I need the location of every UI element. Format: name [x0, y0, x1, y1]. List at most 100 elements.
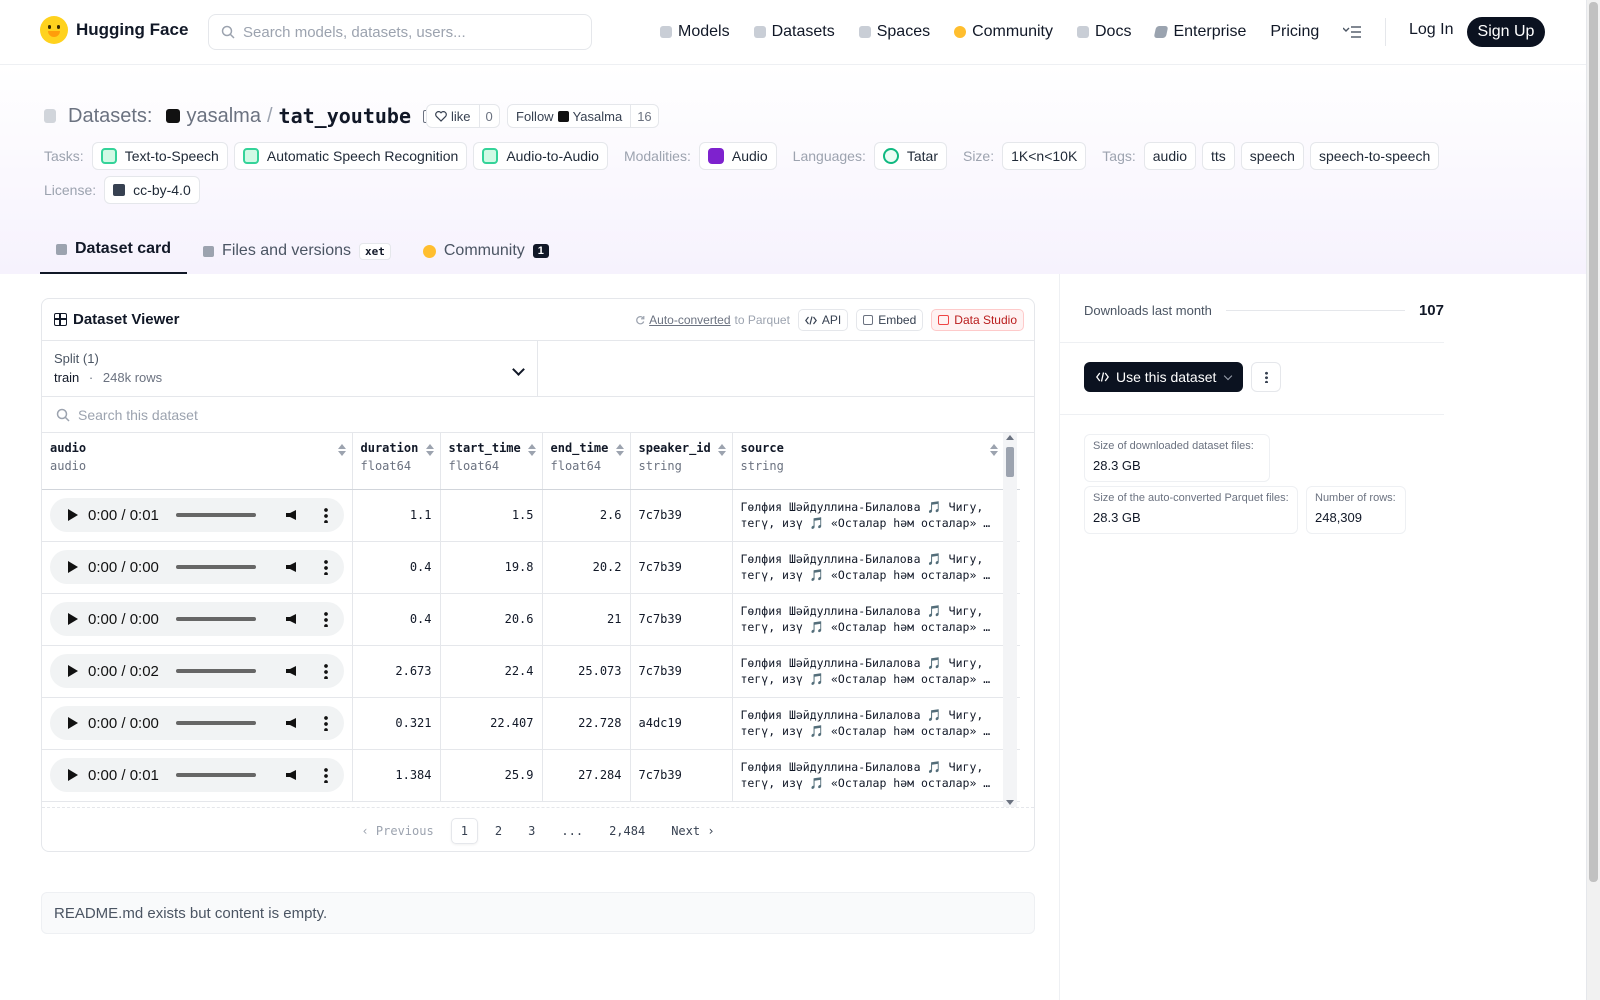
play-icon[interactable] — [68, 613, 78, 625]
page-2[interactable]: 2 — [486, 819, 511, 843]
cell-start-time: 22.4 — [440, 645, 543, 698]
nav-datasets-label: Datasets — [771, 23, 835, 40]
more-vertical-icon[interactable] — [324, 767, 328, 783]
data-studio-button[interactable]: Data Studio — [931, 309, 1024, 331]
nav-models[interactable]: Models — [660, 23, 730, 41]
audio-progress-slider[interactable] — [176, 513, 256, 517]
sort-icon[interactable] — [527, 444, 536, 456]
title-separator: / — [266, 104, 273, 127]
api-button-label: API — [821, 313, 842, 327]
page-1[interactable]: 1 — [450, 817, 478, 844]
column-header-end-time[interactable]: end_time float64 — [542, 433, 631, 490]
signup-button[interactable]: Sign Up — [1467, 17, 1545, 47]
sort-icon[interactable] — [337, 444, 346, 456]
audio-player[interactable]: 0:00 / 0:00 — [50, 706, 344, 740]
scrollbar-thumb[interactable] — [1006, 447, 1014, 477]
sort-icon[interactable] — [989, 444, 998, 456]
nav-spaces[interactable]: Spaces — [858, 23, 930, 41]
audio-player[interactable]: 0:00 / 0:02 — [50, 654, 344, 688]
audio-progress-slider[interactable] — [176, 669, 256, 673]
more-vertical-icon[interactable] — [324, 715, 328, 731]
pagination-next[interactable]: Next › — [662, 819, 723, 843]
audio-player[interactable]: 0:00 / 0:00 — [50, 602, 344, 636]
tab-dataset-card[interactable]: Dataset card — [40, 226, 188, 274]
tag-automatic-speech-recognition[interactable]: Automatic Speech Recognition — [233, 142, 468, 170]
pagination-previous[interactable]: ‹ Previous — [352, 819, 442, 843]
tag-language-tatar[interactable]: Tatar — [873, 142, 947, 170]
scroll-down-arrow-icon[interactable] — [1006, 800, 1014, 805]
page-last[interactable]: 2,484 — [600, 819, 654, 843]
more-vertical-icon[interactable] — [324, 663, 328, 679]
column-header-audio[interactable]: audio audio — [42, 433, 353, 490]
tag-size[interactable]: 1K<n<10K — [1002, 142, 1087, 170]
auto-converted-link[interactable]: Auto-converted — [649, 313, 730, 327]
split-value: train · 248k rows — [54, 370, 525, 385]
audio-player[interactable]: 0:00 / 0:00 — [50, 550, 344, 584]
column-header-source[interactable]: source string — [732, 433, 1020, 490]
sort-icon[interactable] — [615, 444, 624, 456]
play-icon[interactable] — [68, 769, 78, 781]
column-header-duration[interactable]: duration float64 — [352, 433, 441, 490]
tag-speech[interactable]: speech — [1240, 142, 1304, 170]
nav-pricing[interactable]: Pricing — [1270, 23, 1319, 41]
page-scrollbar-thumb[interactable] — [1589, 2, 1598, 882]
cell-end-time: 27.284 — [542, 749, 631, 802]
more-vertical-icon[interactable] — [324, 611, 328, 627]
nav-docs[interactable]: Docs — [1077, 23, 1131, 41]
audio-progress-slider[interactable] — [176, 773, 256, 777]
use-this-dataset-button[interactable]: Use this dataset — [1084, 362, 1244, 392]
global-search-input[interactable]: Search models, datasets, users... — [208, 14, 592, 50]
volume-icon[interactable] — [286, 770, 296, 780]
sort-icon[interactable] — [717, 444, 726, 456]
volume-icon[interactable] — [286, 666, 296, 676]
volume-icon[interactable] — [286, 510, 296, 520]
dataset-name-link[interactable]: tat_youtube — [279, 104, 411, 128]
volume-icon[interactable] — [286, 718, 296, 728]
more-vertical-icon[interactable] — [324, 559, 328, 575]
audio-progress-slider[interactable] — [176, 565, 256, 569]
tag-tts[interactable]: tts — [1202, 142, 1235, 170]
nav-community[interactable]: Community — [954, 23, 1053, 41]
nav-enterprise[interactable]: Enterprise — [1154, 23, 1246, 41]
volume-icon[interactable] — [286, 614, 296, 624]
play-icon[interactable] — [68, 665, 78, 677]
play-icon[interactable] — [68, 509, 78, 521]
volume-icon[interactable] — [286, 562, 296, 572]
column-header-start-time[interactable]: start_time float64 — [440, 433, 543, 490]
more-options-button[interactable] — [1251, 362, 1281, 392]
more-vertical-icon[interactable] — [324, 507, 328, 523]
play-icon[interactable] — [68, 561, 78, 573]
tab-files-and-versions[interactable]: Files and versions xet — [187, 228, 407, 274]
play-icon[interactable] — [68, 717, 78, 729]
split-selector[interactable]: Split (1) train · 248k rows — [42, 341, 538, 397]
tag-audio-to-audio[interactable]: Audio-to-Audio — [473, 142, 608, 170]
audio-progress-slider[interactable] — [176, 617, 256, 621]
audio-player[interactable]: 0:00 / 0:01 — [50, 758, 344, 792]
column-header-speaker-id[interactable]: speaker_id string — [630, 433, 733, 490]
tag-license[interactable]: cc-by-4.0 — [104, 176, 200, 204]
dataset-owner-link[interactable]: yasalma — [186, 105, 260, 128]
page-3[interactable]: 3 — [519, 819, 544, 843]
sort-icon[interactable] — [425, 444, 434, 456]
tab-dataset-card-label: Dataset card — [75, 240, 172, 257]
login-link[interactable]: Log In — [1409, 21, 1453, 39]
table-scrollbar[interactable] — [1003, 433, 1017, 807]
audio-player[interactable]: 0:00 / 0:01 — [50, 498, 344, 532]
audio-progress-slider[interactable] — [176, 721, 256, 725]
like-button[interactable]: like 0 — [426, 104, 500, 128]
dataset-search-input[interactable]: Search this dataset — [42, 397, 1034, 433]
nav-datasets[interactable]: Datasets — [753, 23, 835, 41]
tag-audio[interactable]: audio — [1143, 142, 1197, 170]
scroll-up-arrow-icon[interactable] — [1006, 435, 1014, 440]
brand-logo[interactable]: Hugging Face — [40, 16, 188, 44]
tab-community[interactable]: Community 1 — [407, 228, 565, 274]
api-button[interactable]: API — [797, 309, 849, 331]
page-scrollbar[interactable] — [1586, 0, 1600, 1000]
nav-more-menu[interactable] — [1343, 26, 1362, 38]
audio-time: 0:00 / 0:01 — [88, 766, 159, 784]
tag-speech-to-speech[interactable]: speech-to-speech — [1309, 142, 1440, 170]
follow-button[interactable]: Follow Yasalma 16 — [507, 104, 659, 128]
tag-text-to-speech[interactable]: Text-to-Speech — [91, 142, 228, 170]
embed-button[interactable]: Embed — [856, 309, 924, 331]
tag-modality-audio[interactable]: Audio — [698, 142, 777, 170]
